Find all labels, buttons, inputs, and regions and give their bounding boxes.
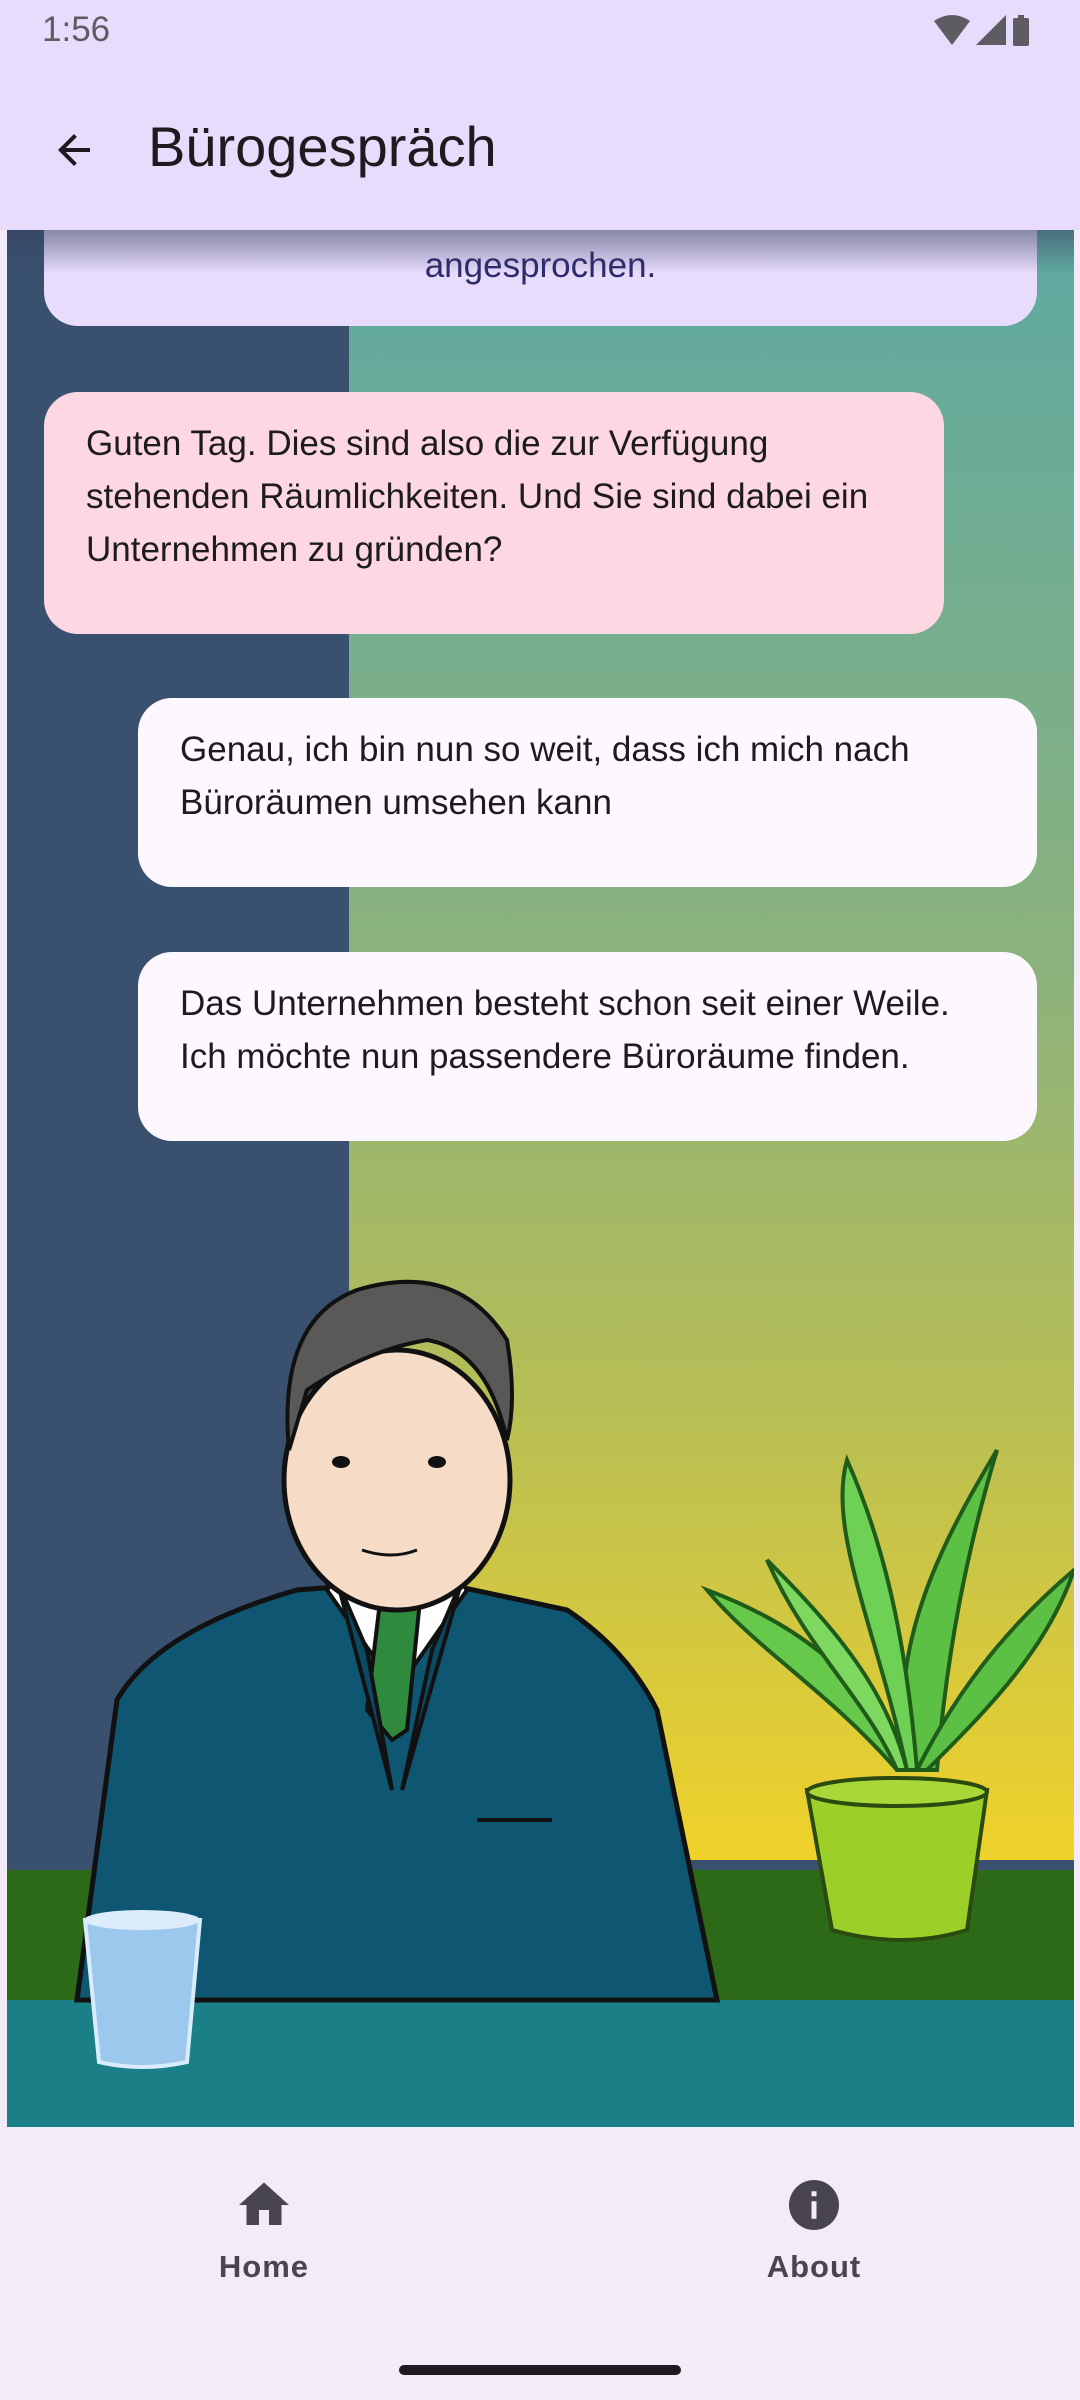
reply-option-text: Das Unternehmen besteht schon seit einer… xyxy=(180,984,950,1076)
status-time: 1:56 xyxy=(42,10,111,49)
previous-message-bubble: angesprochen. xyxy=(44,230,1037,326)
reply-option-text: Genau, ich bin nun so weit, dass ich mic… xyxy=(180,730,910,822)
signal-icon xyxy=(976,15,1006,45)
nav-label-home: Home xyxy=(218,2249,310,2284)
gesture-bar[interactable] xyxy=(399,2365,681,2375)
nav-item-home[interactable]: Home xyxy=(134,2127,394,2327)
nav-item-about[interactable]: About xyxy=(684,2127,944,2327)
home-icon xyxy=(239,2182,289,2225)
info-icon xyxy=(789,2180,839,2230)
app-bar: Bürogespräch xyxy=(0,62,1080,230)
battery-icon xyxy=(1013,15,1029,46)
nav-label-about: About xyxy=(766,2249,862,2284)
reply-option-2[interactable]: Das Unternehmen besteht schon seit einer… xyxy=(138,952,1037,1141)
partner-message-text: Guten Tag. Dies sind also die zur Verfüg… xyxy=(86,424,869,569)
partner-message-bubble: Guten Tag. Dies sind also die zur Verfüg… xyxy=(44,392,944,634)
back-button[interactable] xyxy=(34,110,114,190)
page-title: Bürogespräch xyxy=(148,115,497,178)
reply-option-1[interactable]: Genau, ich bin nun so weit, dass ich mic… xyxy=(138,698,1037,887)
status-icons xyxy=(932,13,1042,54)
dialogue-scene: angesprochen. Guten Tag. Dies sind also … xyxy=(7,230,1074,2127)
status-bar: 1:56 xyxy=(0,0,1080,62)
water-glass-illustration xyxy=(82,1910,203,2069)
wifi-icon xyxy=(934,15,970,45)
bottom-navigation: Home About xyxy=(0,2127,1080,2400)
previous-message-text: angesprochen. xyxy=(424,246,657,285)
arrow-back-icon xyxy=(58,134,90,166)
